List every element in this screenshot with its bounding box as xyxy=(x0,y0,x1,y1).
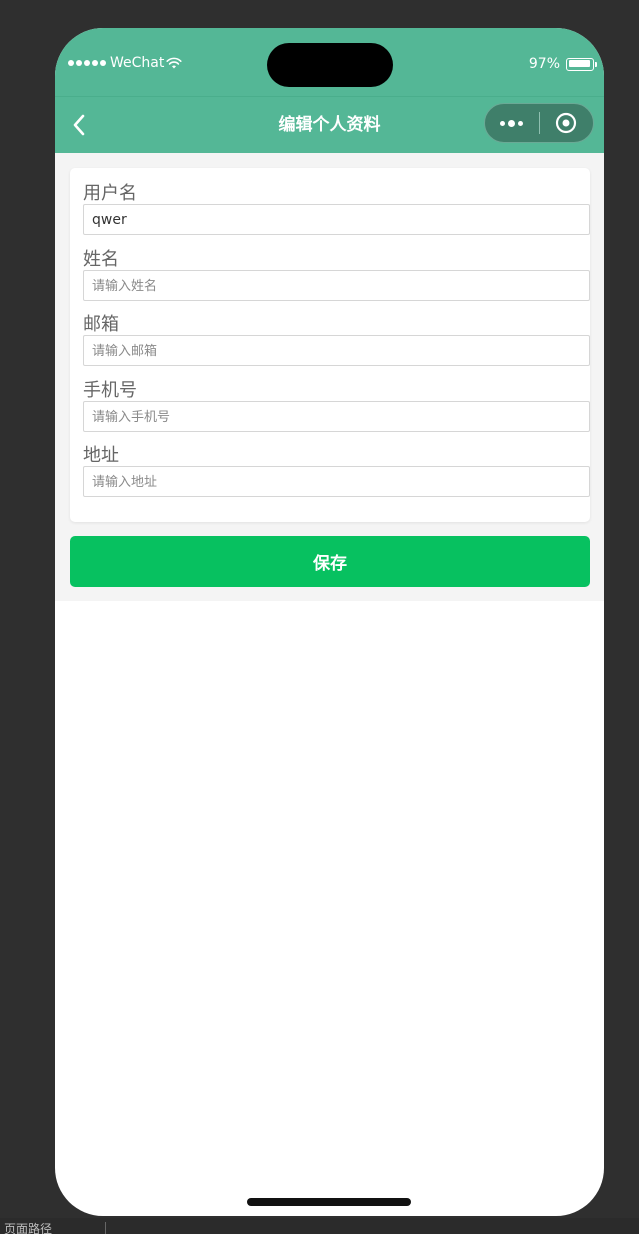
save-button[interactable]: 保存 xyxy=(70,536,590,587)
field-address: 地址 xyxy=(83,442,590,497)
field-email: 邮箱 xyxy=(83,311,590,366)
dynamic-island xyxy=(267,43,393,87)
nav-bar: 编辑个人资料 xyxy=(55,96,604,153)
field-label-email: 邮箱 xyxy=(83,314,119,335)
page-content: 用户名 姓名 邮箱 手机号 地址 保存 xyxy=(55,153,604,601)
field-label-phone: 手机号 xyxy=(83,380,137,401)
more-button[interactable] xyxy=(485,104,539,142)
phone-frame: WeChat 97% 编辑个人资料 用户名 qwer 姓名 请输入姓名 邮箱 请… xyxy=(55,28,604,1216)
page-path-label: 页面路径 xyxy=(4,1222,53,1234)
bottom-bar-divider xyxy=(105,1222,106,1234)
signal-dots-icon xyxy=(68,60,106,66)
address-input[interactable] xyxy=(83,466,590,497)
wifi-icon xyxy=(166,57,182,69)
battery-fill xyxy=(568,60,590,67)
more-dots-icon xyxy=(500,120,506,126)
username-input[interactable] xyxy=(83,204,590,235)
battery-icon xyxy=(566,57,597,71)
battery-percent: 97% xyxy=(528,56,560,72)
profile-form-card: 用户名 姓名 邮箱 手机号 地址 xyxy=(70,168,590,522)
field-username: 用户名 xyxy=(83,180,590,235)
field-name: 姓名 xyxy=(83,246,590,301)
phone-input[interactable] xyxy=(83,401,590,432)
name-input[interactable] xyxy=(83,270,590,301)
target-circle-icon xyxy=(556,112,577,134)
email-input[interactable] xyxy=(83,335,590,366)
home-indicator xyxy=(247,1198,411,1206)
field-phone: 手机号 xyxy=(83,377,590,432)
status-right: 97% xyxy=(528,55,597,73)
status-bar: WeChat 97% xyxy=(55,28,604,96)
status-left: WeChat xyxy=(68,54,182,72)
field-label-username: 用户名 xyxy=(83,183,137,204)
close-button[interactable] xyxy=(539,104,593,142)
field-label-name: 姓名 xyxy=(83,249,119,270)
field-label-address: 地址 xyxy=(83,445,119,466)
devtools-bottom-bar: 页面路径 xyxy=(0,1218,639,1234)
mini-program-capsule xyxy=(484,103,594,143)
carrier-name: WeChat xyxy=(110,55,165,71)
